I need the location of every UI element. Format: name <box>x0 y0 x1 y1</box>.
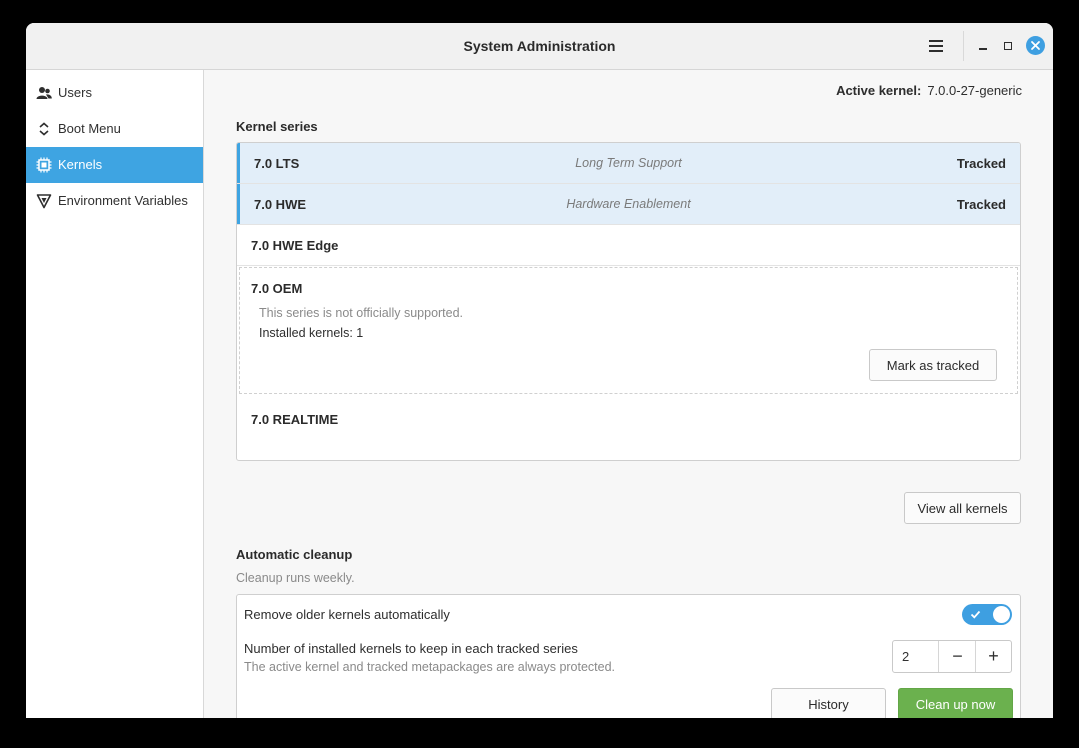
sidebar-item-label: Users <box>58 85 92 100</box>
keep-count-input[interactable]: 2 <box>893 641 939 672</box>
view-all-kernels-button[interactable]: View all kernels <box>904 492 1021 524</box>
sidebar-item-environment-variables[interactable]: Environment Variables <box>26 183 203 219</box>
series-description: Hardware Enablement <box>566 197 691 211</box>
increment-button[interactable]: + <box>976 641 1011 672</box>
kernel-series-row-realtime[interactable]: 7.0 REALTIME <box>237 399 1020 459</box>
installed-kernels-count: Installed kernels: 1 <box>259 326 364 340</box>
hamburger-menu-icon[interactable] <box>925 36 947 56</box>
titlebar: System Administration <box>26 23 1053 70</box>
check-icon <box>970 610 981 619</box>
cleanup-settings-panel: Remove older kernels automatically Numbe… <box>236 594 1021 718</box>
sidebar-item-users[interactable]: Users <box>26 75 203 111</box>
sidebar: Users Boot Menu Kernels Environment Vari… <box>26 70 204 718</box>
clean-up-now-button[interactable]: Clean up now <box>898 688 1013 718</box>
series-status: Tracked <box>956 197 1006 212</box>
keep-count-stepper: 2 − + <box>892 640 1012 673</box>
sidebar-item-label: Environment Variables <box>58 193 188 208</box>
boot-menu-icon <box>36 121 52 137</box>
window-title: System Administration <box>463 38 616 54</box>
kernel-series-row-oem[interactable]: 7.0 OEM This series is not officially su… <box>239 267 1018 394</box>
history-button[interactable]: History <box>771 688 886 718</box>
kernel-series-row-hwe[interactable]: 7.0 HWE Hardware Enablement Tracked <box>237 184 1020 225</box>
maximize-icon[interactable] <box>999 37 1017 55</box>
active-kernel-info: Active kernel: 7.0.0-27-generic <box>836 83 1022 98</box>
series-status: Tracked <box>956 156 1006 171</box>
cleanup-title: Automatic cleanup <box>236 547 353 562</box>
close-icon[interactable] <box>1026 36 1045 55</box>
series-description: Long Term Support <box>575 156 682 170</box>
sidebar-item-label: Kernels <box>58 157 103 172</box>
sidebar-item-kernels[interactable]: Kernels <box>26 147 203 183</box>
kernel-series-row-hwe-edge[interactable]: 7.0 HWE Edge <box>237 225 1020 266</box>
series-support-note: This series is not officially supported. <box>259 306 464 320</box>
users-icon <box>36 85 52 101</box>
series-name: 7.0 HWE Edge <box>251 238 339 253</box>
series-name: 7.0 REALTIME <box>251 412 339 427</box>
app-window: System Administration Users Boot Menu Ke… <box>26 23 1053 718</box>
toggle-knob <box>993 606 1010 623</box>
sidebar-item-boot-menu[interactable]: Boot Menu <box>26 111 203 147</box>
titlebar-divider <box>963 31 964 61</box>
sidebar-item-label: Boot Menu <box>58 121 121 136</box>
kernel-series-list: 7.0 LTS Long Term Support Tracked 7.0 HW… <box>236 142 1021 461</box>
minimize-icon[interactable] <box>974 37 992 55</box>
variables-icon <box>36 193 52 209</box>
series-name: 7.0 OEM <box>251 281 303 296</box>
kernel-series-title: Kernel series <box>236 119 318 134</box>
remove-older-toggle[interactable] <box>962 604 1012 625</box>
cleanup-subtitle: Cleanup runs weekly. <box>236 571 355 585</box>
kernel-series-row-lts[interactable]: 7.0 LTS Long Term Support Tracked <box>237 143 1020 184</box>
keep-count-hint: The active kernel and tracked metapackag… <box>244 660 616 674</box>
chip-icon <box>36 157 52 173</box>
mark-as-tracked-button[interactable]: Mark as tracked <box>869 349 997 381</box>
keep-count-label: Number of installed kernels to keep in e… <box>244 641 578 656</box>
remove-older-label: Remove older kernels automatically <box>244 607 450 622</box>
active-kernel-label: Active kernel: <box>836 83 922 98</box>
decrement-button[interactable]: − <box>940 641 976 672</box>
active-kernel-value: 7.0.0-27-generic <box>927 83 1022 98</box>
main-content: Active kernel: 7.0.0-27-generic Kernel se… <box>204 70 1053 718</box>
